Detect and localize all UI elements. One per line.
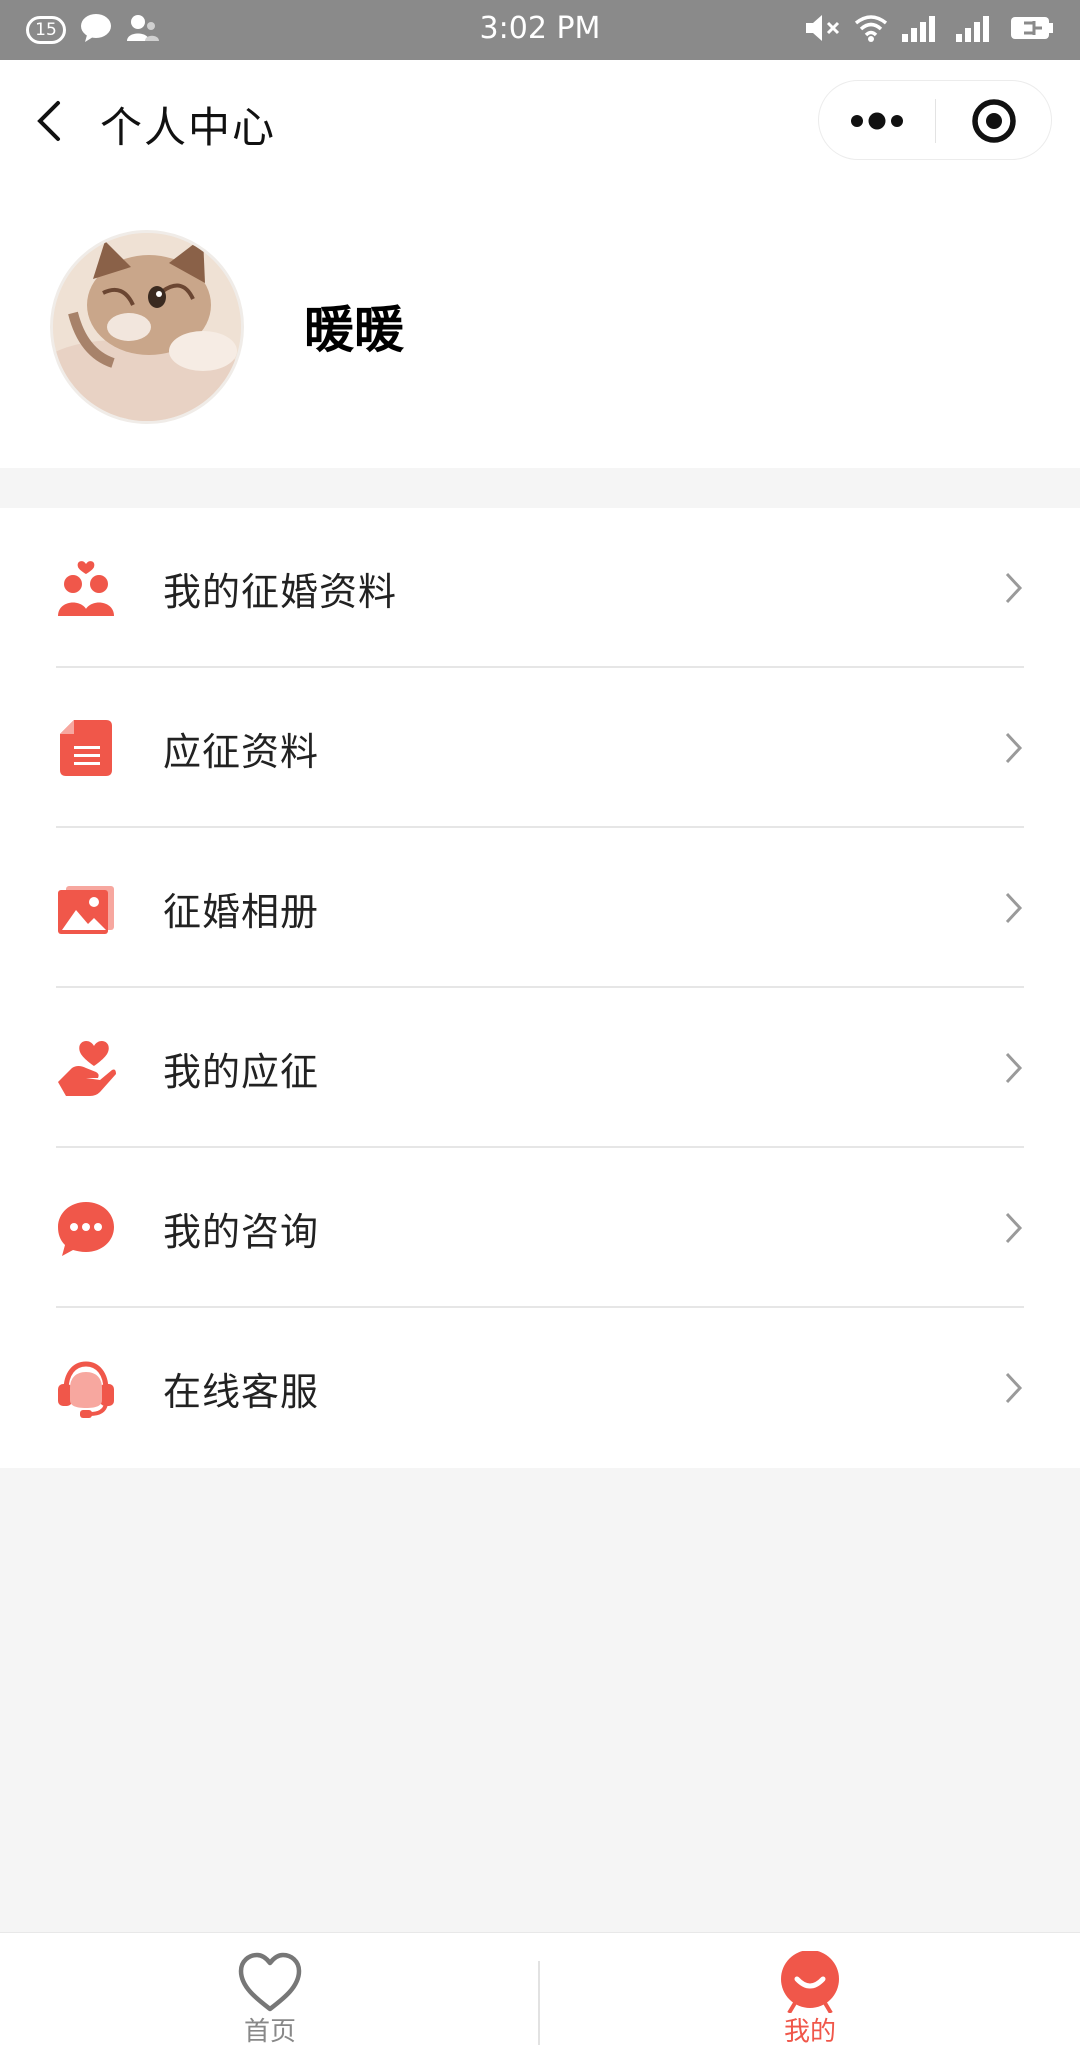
smiley-person-icon bbox=[777, 1950, 843, 2015]
mini-program-capsule bbox=[818, 80, 1052, 160]
tab-label: 首页 bbox=[243, 2017, 296, 2047]
page-title: 个人中心 bbox=[100, 103, 277, 152]
menu-item-label: 应征资料 bbox=[163, 730, 320, 774]
chevron-right-icon bbox=[1003, 570, 1025, 606]
profile-header: 暖暖 bbox=[0, 182, 1080, 468]
navigation-bar: 个人中心 bbox=[0, 60, 1080, 182]
menu-list: 我的征婚资料 应征资料 征婚相册 我的应征 我的咨询 在线客服 bbox=[0, 508, 1080, 1468]
heart-outline-icon bbox=[237, 1951, 303, 2013]
bottom-tab-bar: 首页 我的 bbox=[0, 1932, 1080, 2060]
target-close-icon bbox=[972, 99, 1016, 143]
menu-item-my-consultations[interactable]: 我的咨询 bbox=[0, 1148, 1080, 1308]
heart-in-hand-icon bbox=[56, 1038, 116, 1098]
menu-item-label: 在线客服 bbox=[163, 1370, 320, 1414]
kitten-avatar-image bbox=[53, 233, 241, 421]
menu-item-label: 我的征婚资料 bbox=[163, 570, 398, 614]
menu-item-marriage-album[interactable]: 征婚相册 bbox=[0, 828, 1080, 988]
avatar[interactable] bbox=[50, 230, 244, 424]
back-button[interactable] bbox=[30, 95, 70, 147]
chevron-left-icon bbox=[37, 101, 60, 141]
tab-label: 我的 bbox=[783, 2017, 836, 2047]
menu-item-label: 征婚相册 bbox=[163, 890, 320, 934]
menu-item-my-applications[interactable]: 我的应征 bbox=[0, 988, 1080, 1148]
menu-item-label: 我的应征 bbox=[163, 1050, 320, 1094]
signal-2-icon bbox=[956, 14, 996, 46]
menu-item-label: 我的咨询 bbox=[163, 1210, 320, 1254]
signal-1-icon bbox=[902, 14, 942, 46]
wifi-icon bbox=[854, 14, 888, 46]
document-icon bbox=[56, 718, 116, 778]
status-bar: 15 3:02 PM bbox=[0, 0, 1080, 60]
chevron-right-icon bbox=[1003, 1210, 1025, 1246]
close-mini-program-button[interactable] bbox=[936, 81, 1053, 161]
username: 暖暖 bbox=[304, 301, 404, 359]
menu-item-my-marriage-profile[interactable]: 我的征婚资料 bbox=[0, 508, 1080, 668]
chevron-right-icon bbox=[1003, 730, 1025, 766]
menu-item-applicant-profile[interactable]: 应征资料 bbox=[0, 668, 1080, 828]
chevron-right-icon bbox=[1003, 1370, 1025, 1406]
chevron-right-icon bbox=[1003, 890, 1025, 926]
couple-icon bbox=[56, 558, 116, 618]
menu-item-online-customer-service[interactable]: 在线客服 bbox=[0, 1308, 1080, 1468]
tab-home[interactable]: 首页 bbox=[0, 1933, 540, 2060]
chevron-right-icon bbox=[1003, 1050, 1025, 1086]
battery-charging-icon bbox=[1010, 15, 1054, 45]
more-dots-icon bbox=[851, 112, 903, 130]
mute-icon bbox=[804, 13, 840, 47]
tab-mine[interactable]: 我的 bbox=[540, 1933, 1080, 2060]
headset-icon bbox=[56, 1358, 116, 1418]
status-bar-right bbox=[804, 13, 1054, 47]
more-options-button[interactable] bbox=[819, 81, 935, 161]
chat-bubble-icon bbox=[56, 1198, 116, 1258]
photo-album-icon bbox=[56, 878, 116, 938]
